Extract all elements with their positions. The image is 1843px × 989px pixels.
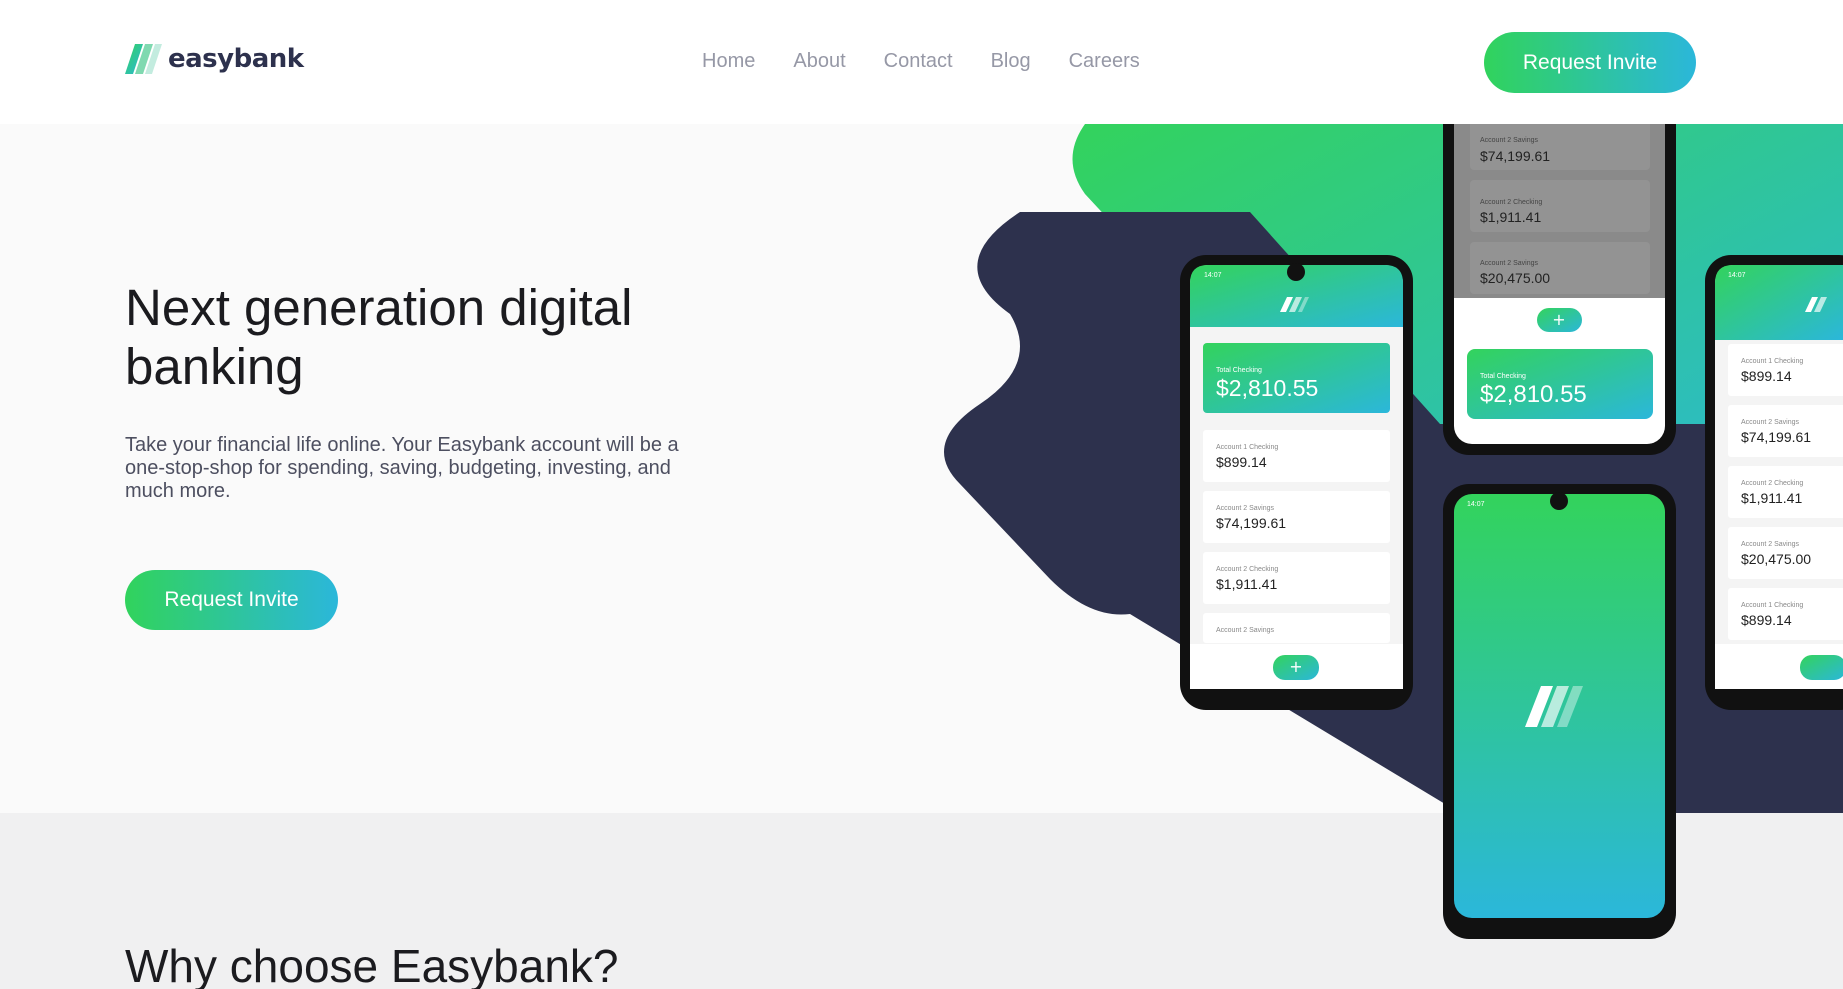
hero-request-invite-button[interactable]: Request Invite <box>125 570 338 630</box>
main-nav: Home About Contact Blog Careers <box>702 50 1140 73</box>
why-section: Why choose Easybank? <box>0 813 1843 989</box>
logo-icon <box>125 44 162 74</box>
nav-link-contact[interactable]: Contact <box>884 50 953 73</box>
nav-link-about[interactable]: About <box>793 50 845 73</box>
header-request-invite-button[interactable]: Request Invite <box>1484 32 1696 93</box>
nav-link-careers[interactable]: Careers <box>1069 50 1140 73</box>
hero-section: Next generation digital banking Take you… <box>0 124 1843 813</box>
site-header: easybank Home About Contact Blog Careers… <box>0 0 1843 124</box>
logo[interactable]: easybank <box>125 44 304 74</box>
hero-description: Take your financial life online. Your Ea… <box>125 434 679 502</box>
nav-link-blog[interactable]: Blog <box>991 50 1031 73</box>
logo-text: easybank <box>168 44 304 74</box>
hero-title: Next generation digital banking <box>125 279 633 395</box>
nav-link-home[interactable]: Home <box>702 50 755 73</box>
why-title: Why choose Easybank? <box>125 940 619 989</box>
